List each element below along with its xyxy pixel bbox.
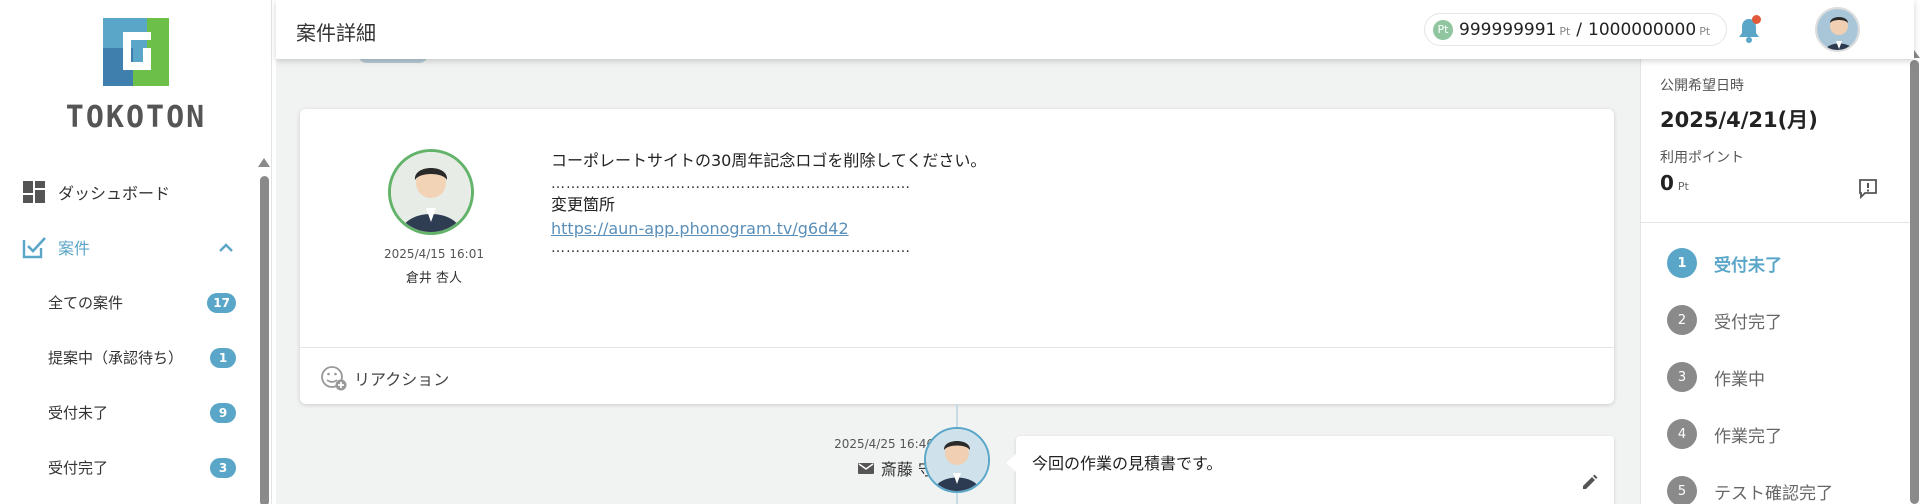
dotted-separator: ……………………………………………………………… xyxy=(551,240,911,256)
step-number: 2 xyxy=(1667,305,1697,335)
author-avatar[interactable] xyxy=(388,149,474,235)
step-label: 作業中 xyxy=(1714,369,1765,390)
sidebar-item-all-cases[interactable]: 全ての案件 17 xyxy=(48,292,236,313)
status-step-5[interactable]: 5 テスト確認完了 xyxy=(1667,476,1833,504)
message-text: 今回の作業の見積書です。 xyxy=(1032,454,1223,473)
sidebar: TOKOTON ダッシュボード 案件 全ての案件 17 提案中（承認待ち） 1 … xyxy=(0,0,272,504)
points-separator: / xyxy=(1576,19,1583,40)
count-badge: 17 xyxy=(207,292,236,313)
sidebar-item-not-accepted[interactable]: 受付未了 9 xyxy=(48,402,236,423)
panel-divider xyxy=(1641,222,1914,223)
page-title: 案件詳細 xyxy=(296,21,376,45)
logo-text: TOKOTON xyxy=(65,100,207,135)
reaction-button[interactable]: リアクション xyxy=(320,364,449,392)
message-bubble: 今回の作業の見積書です。 xyxy=(1006,436,1614,504)
points-unit: Pt xyxy=(1699,25,1711,38)
post-timestamp: 2025/4/15 16:01 xyxy=(384,247,484,261)
step-label: 受付未了 xyxy=(1714,255,1782,276)
message-timestamp: 2025/4/25 16:46 xyxy=(834,437,934,451)
dotted-separator: ……………………………………………………………… xyxy=(551,176,911,192)
report-alert-icon[interactable] xyxy=(1857,177,1879,200)
user-avatar[interactable] xyxy=(1815,7,1860,52)
nav-dashboard[interactable]: ダッシュボード xyxy=(20,178,170,206)
page-scrollbar-thumb[interactable] xyxy=(1910,60,1919,504)
sidebar-item-label: 提案中（承認待ち） xyxy=(48,349,184,367)
nav-cases-label: 案件 xyxy=(58,239,91,258)
brand-logo[interactable]: TOKOTON xyxy=(0,18,271,135)
status-panel: 公開希望日時 2025/4/21(月) 利用ポイント 0 Pt 1 受付未了 2 … xyxy=(1640,59,1914,504)
status-step-3[interactable]: 3 作業中 xyxy=(1667,362,1765,392)
tokoton-logo-icon xyxy=(103,18,169,86)
sidebar-item-label: 受付未了 xyxy=(48,404,109,422)
publish-date-value: 2025/4/21(月) xyxy=(1660,108,1818,132)
nav-cases[interactable]: 案件 xyxy=(20,233,234,261)
points-balance: Pt 999999991 Pt / 1000000000 Pt xyxy=(1424,13,1728,46)
post-author-name: 倉井 杏人 xyxy=(405,271,463,286)
step-number: 5 xyxy=(1667,476,1697,504)
status-step-4[interactable]: 4 作業完了 xyxy=(1667,419,1782,449)
step-label: 受付完了 xyxy=(1714,312,1782,333)
add-reaction-icon xyxy=(320,364,348,392)
count-badge: 9 xyxy=(210,402,236,423)
chevron-up-icon[interactable] xyxy=(218,238,234,257)
status-step-1[interactable]: 1 受付未了 xyxy=(1667,248,1782,278)
step-number: 1 xyxy=(1667,248,1697,278)
dashboard-icon xyxy=(20,178,48,206)
points-current: 999999991 xyxy=(1459,19,1557,40)
points-used-unit: Pt xyxy=(1677,180,1689,193)
count-badge: 1 xyxy=(210,347,236,368)
points-unit: Pt xyxy=(1559,25,1571,38)
step-number: 4 xyxy=(1667,419,1697,449)
status-step-2[interactable]: 2 受付完了 xyxy=(1667,305,1782,335)
partially-hidden-button[interactable] xyxy=(358,59,428,63)
step-label: テスト確認完了 xyxy=(1714,483,1833,504)
publish-date-label: 公開希望日時 xyxy=(1660,78,1744,94)
message-author: 斎藤 守 xyxy=(754,456,934,480)
points-icon: Pt xyxy=(1433,19,1453,40)
changes-label: 変更箇所 xyxy=(551,195,616,214)
sidebar-item-accepted[interactable]: 受付完了 3 xyxy=(48,457,236,478)
points-used-label: 利用ポイント xyxy=(1660,150,1744,166)
points-total: 1000000000 xyxy=(1588,19,1697,40)
message-author-avatar[interactable] xyxy=(924,427,990,493)
sidebar-scroll-up-arrow[interactable] xyxy=(258,158,270,167)
cases-icon xyxy=(20,233,48,261)
changes-link[interactable]: https://aun-app.phonogram.tv/g6d42 xyxy=(551,219,849,238)
post-body: コーポレートサイトの30周年記念ロゴを削除してください。 ……………………………… xyxy=(551,149,986,255)
count-badge: 3 xyxy=(210,457,236,478)
edit-pencil-icon[interactable] xyxy=(1580,472,1600,492)
request-post-card: 2025/4/15 16:01 倉井 杏人 コーポレートサイトの30周年記念ロゴ… xyxy=(300,109,1614,404)
sidebar-item-proposing[interactable]: 提案中（承認待ち） 1 xyxy=(48,347,236,368)
reaction-label: リアクション xyxy=(354,370,450,389)
points-used-number: 0 xyxy=(1660,171,1674,195)
points-used-value: 0 Pt xyxy=(1660,171,1689,195)
sidebar-scrollbar-thumb[interactable] xyxy=(260,176,269,504)
top-header: 案件詳細 Pt 999999991 Pt / 1000000000 Pt xyxy=(276,0,1914,59)
card-divider xyxy=(300,347,1614,348)
sidebar-item-label: 全ての案件 xyxy=(48,294,124,312)
notification-dot xyxy=(1752,15,1761,24)
sidebar-item-label: 受付完了 xyxy=(48,459,109,477)
mail-icon xyxy=(857,459,875,477)
step-label: 作業完了 xyxy=(1714,426,1782,447)
post-text: コーポレートサイトの30周年記念ロゴを削除してください。 xyxy=(551,151,987,170)
nav-dashboard-label: ダッシュボード xyxy=(58,184,171,203)
step-number: 3 xyxy=(1667,362,1697,392)
